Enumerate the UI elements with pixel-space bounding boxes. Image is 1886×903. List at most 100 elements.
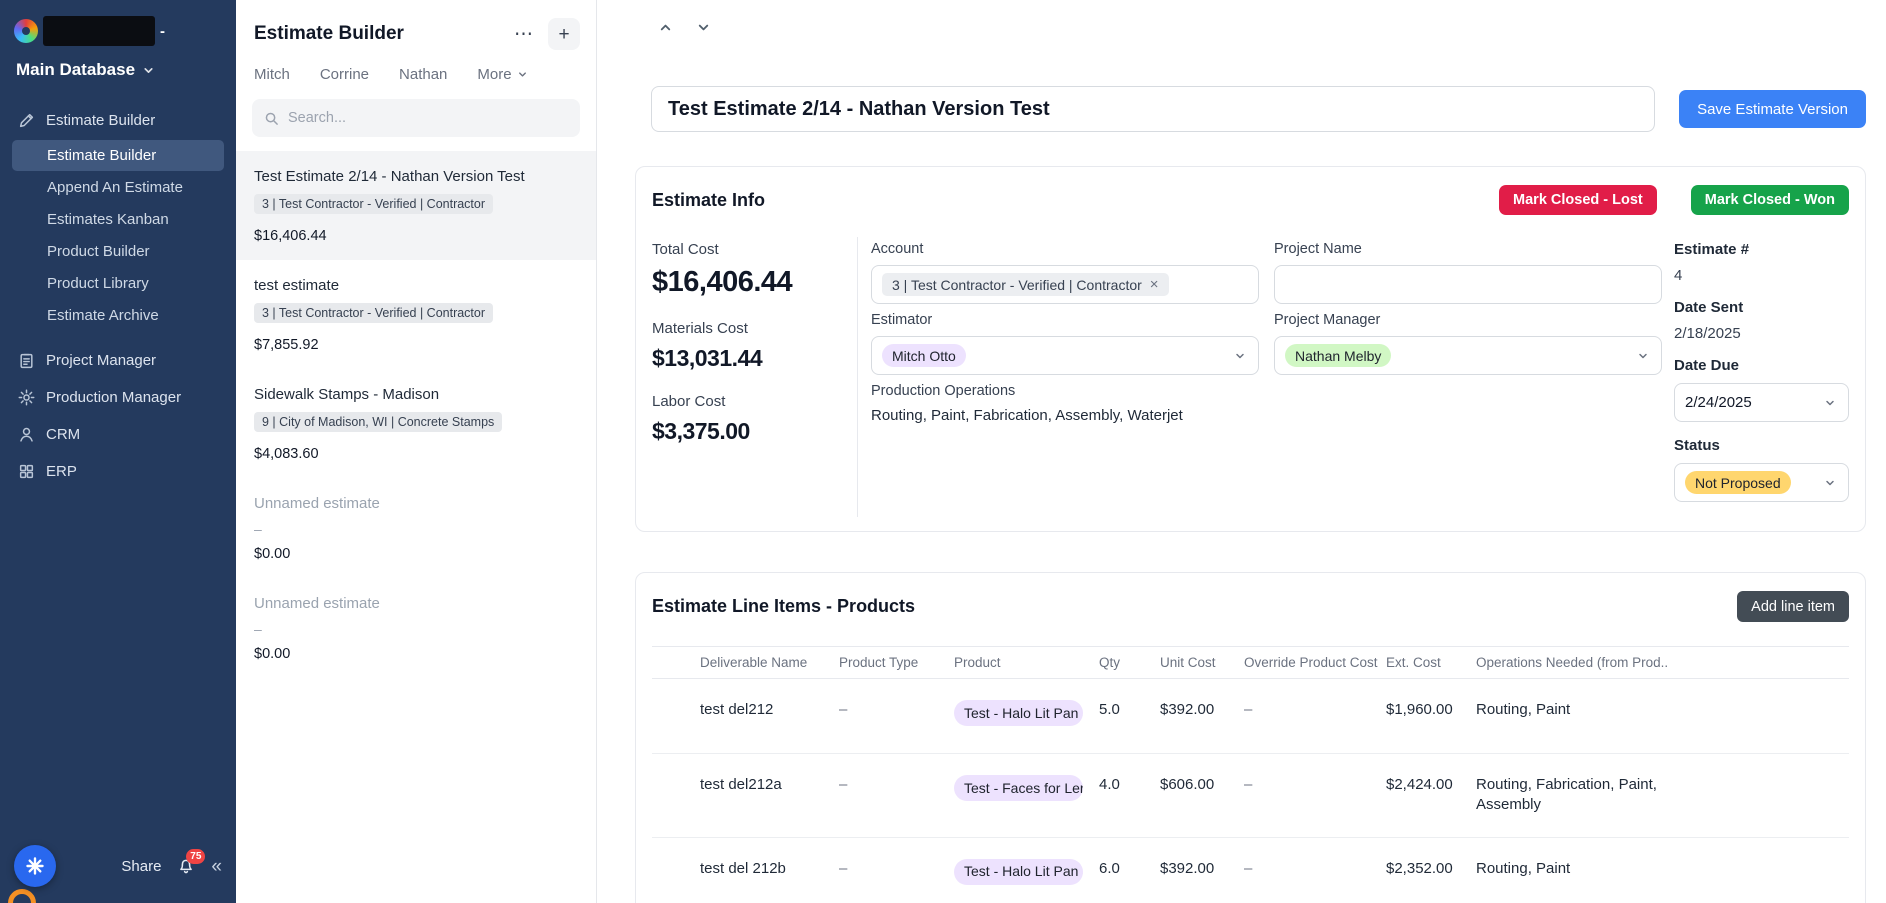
line-items-section: Estimate Line Items - Products Add line … xyxy=(635,572,1866,903)
table-header-row: Deliverable Name Product Type Product Qt… xyxy=(652,646,1849,679)
tab-corrine[interactable]: Corrine xyxy=(320,66,369,83)
col-ext-cost: Ext. Cost xyxy=(1378,646,1468,679)
chevron-down-icon xyxy=(1826,400,1834,405)
estimates-panel: Estimate Builder ⋯ + Mitch Corrine Natha… xyxy=(236,0,597,903)
gear-icon xyxy=(18,389,35,406)
chevron-down-icon xyxy=(1639,353,1647,358)
chevron-down-icon xyxy=(144,67,153,73)
sidebar-item-estimate-builder[interactable]: Estimate Builder xyxy=(12,140,224,171)
date-due-select[interactable]: 2/24/2025 xyxy=(1674,383,1849,422)
logo-row: - xyxy=(12,14,224,48)
date-sent-value: 2/18/2025 xyxy=(1674,325,1741,342)
sidebar-item-production-manager[interactable]: Production Manager xyxy=(12,381,224,414)
estimate-list-item[interactable]: Unnamed estimate – $0.00 xyxy=(236,478,596,578)
cell-operations: Routing, Paint xyxy=(1468,678,1668,755)
status-select[interactable]: Not Proposed xyxy=(1674,463,1849,502)
mark-closed-won-button[interactable]: Mark Closed - Won xyxy=(1690,185,1849,215)
chevron-down-icon xyxy=(698,24,708,30)
workspace-selector[interactable]: Main Database xyxy=(12,48,224,84)
remove-account-icon[interactable]: × xyxy=(1150,277,1159,292)
view-tabs: Mitch Corrine Nathan More xyxy=(236,58,596,97)
sidebar-subsection: Estimate Builder Append An Estimate Esti… xyxy=(12,137,224,340)
col-product: Product xyxy=(946,646,1091,679)
estimate-meta: Estimate # 4 Date Sent 2/18/2025 Date Du… xyxy=(1674,237,1849,517)
clipboard-icon xyxy=(20,353,33,369)
sidebar-item-erp[interactable]: ERP xyxy=(12,455,224,488)
production-operations-field: Production Operations Routing, Paint, Fa… xyxy=(871,383,1259,424)
table-row[interactable]: test del 212b – Test - Halo Lit Pan S 6.… xyxy=(652,837,1849,903)
tab-nathan[interactable]: Nathan xyxy=(399,66,447,83)
tab-more[interactable]: More xyxy=(477,66,527,83)
mark-closed-lost-button[interactable]: Mark Closed - Lost xyxy=(1499,185,1657,215)
estimate-list: Test Estimate 2/14 - Nathan Version Test… xyxy=(236,151,596,903)
estimate-list-item[interactable]: Unnamed estimate – $0.00 xyxy=(236,578,596,678)
table-row[interactable]: test del212a – Test - Faces for Lerc 4.0… xyxy=(652,753,1849,838)
sidebar-item-product-builder[interactable]: Product Builder xyxy=(12,236,224,267)
cell-deliverable: test del212a xyxy=(692,753,831,838)
cost-summary: Total Cost $16,406.44 Materials Cost $13… xyxy=(652,237,858,517)
labor-cost-value: $3,375.00 xyxy=(652,418,750,444)
sidebar-item-project-manager[interactable]: Project Manager xyxy=(12,344,224,377)
estimate-number-value: 4 xyxy=(1674,267,1683,284)
estimator-select[interactable]: Mitch Otto xyxy=(871,336,1259,375)
total-cost-value: $16,406.44 xyxy=(652,266,793,298)
cell-operations: Routing, Paint xyxy=(1468,837,1668,903)
sidebar-section-estimate-builder[interactable]: Estimate Builder xyxy=(12,104,224,137)
col-qty: Qty xyxy=(1091,646,1152,679)
record-detail: Save Estimate Version Estimate Info Mark… xyxy=(597,0,1886,903)
cell-ext-cost: $2,424.00 xyxy=(1378,753,1468,838)
sidebar-item-estimates-kanban[interactable]: Estimates Kanban xyxy=(12,204,224,235)
estimate-list-item[interactable]: test estimate 3 | Test Contractor - Veri… xyxy=(236,260,596,369)
panel-title: Estimate Builder xyxy=(254,23,404,44)
estimator-field: Estimator Mitch Otto xyxy=(871,312,1259,375)
sidebar-footer-actions: Share 75 « xyxy=(121,849,222,876)
save-estimate-version-button[interactable]: Save Estimate Version xyxy=(1679,90,1866,128)
cell-product-type: – xyxy=(839,776,848,794)
account-input[interactable]: 3 | Test Contractor - Verified | Contrac… xyxy=(871,265,1259,304)
estimate-title-input[interactable] xyxy=(651,86,1656,132)
tab-mitch[interactable]: Mitch xyxy=(254,66,290,83)
account-chip: 3 | Test Contractor - Verified | Contrac… xyxy=(254,303,494,323)
app-logo-icon xyxy=(14,19,38,43)
project-name-field: Project Name xyxy=(1274,241,1662,304)
estimate-info-body: Total Cost $16,406.44 Materials Cost $13… xyxy=(652,237,1849,517)
workspace-label: Main Database xyxy=(16,60,136,79)
estimate-info-section: Estimate Info Mark Closed - Lost Mark Cl… xyxy=(635,166,1866,532)
add-estimate-button[interactable]: + xyxy=(548,18,580,50)
collapse-sidebar-icon[interactable]: « xyxy=(211,857,222,876)
cell-override: – xyxy=(1244,859,1253,877)
app-pinwheel-button[interactable] xyxy=(14,845,56,887)
estimator-chip: Mitch Otto xyxy=(882,344,966,367)
sidebar-item-estimate-archive[interactable]: Estimate Archive xyxy=(12,300,224,331)
account-chip: 3 | Test Contractor - Verified | Contrac… xyxy=(882,273,1169,296)
cell-deliverable: test del 212b xyxy=(692,837,831,903)
col-unit-cost: Unit Cost xyxy=(1152,646,1236,679)
next-record-button[interactable] xyxy=(689,14,717,40)
chevron-down-icon xyxy=(1236,353,1244,358)
project-manager-select[interactable]: Nathan Melby xyxy=(1274,336,1662,375)
prev-record-button[interactable] xyxy=(651,14,679,40)
search-input[interactable] xyxy=(288,110,568,126)
section-title: Estimate Line Items - Products xyxy=(652,596,916,616)
sidebar-item-crm[interactable]: CRM xyxy=(12,418,224,451)
sidebar-item-product-library[interactable]: Product Library xyxy=(12,268,224,299)
app-root: - Main Database Estimate Builder Estimat… xyxy=(0,0,1886,903)
cell-unit-cost: $392.00 xyxy=(1152,678,1236,755)
title-row: Save Estimate Version xyxy=(651,86,1866,132)
product-chip: Test - Faces for Lerc xyxy=(954,775,1083,802)
sidebar-item-append-an-estimate[interactable]: Append An Estimate xyxy=(12,172,224,203)
project-name-input[interactable] xyxy=(1285,266,1651,303)
product-chip: Test - Halo Lit Pan S xyxy=(954,858,1083,885)
workspace-logo xyxy=(43,16,155,46)
estimate-list-item[interactable]: Sidewalk Stamps - Madison 9 | City of Ma… xyxy=(236,369,596,478)
notifications-bell-icon[interactable]: 75 xyxy=(177,849,206,875)
add-line-item-button[interactable]: Add line item xyxy=(1737,591,1849,622)
panel-more-button[interactable]: ⋯ xyxy=(508,18,540,50)
project-manager-field: Project Manager Nathan Melby xyxy=(1274,312,1662,375)
production-operations-value: Routing, Paint, Fabrication, Assembly, W… xyxy=(871,407,1183,424)
estimate-list-item[interactable]: Test Estimate 2/14 - Nathan Version Test… xyxy=(236,151,596,260)
account-chip: 3 | Test Contractor - Verified | Contrac… xyxy=(254,194,494,214)
col-deliverable-name: Deliverable Name xyxy=(692,646,831,679)
share-button[interactable]: Share xyxy=(121,858,161,875)
table-row[interactable]: test del212 – Test - Halo Lit Pan S 5.0 … xyxy=(652,678,1849,755)
